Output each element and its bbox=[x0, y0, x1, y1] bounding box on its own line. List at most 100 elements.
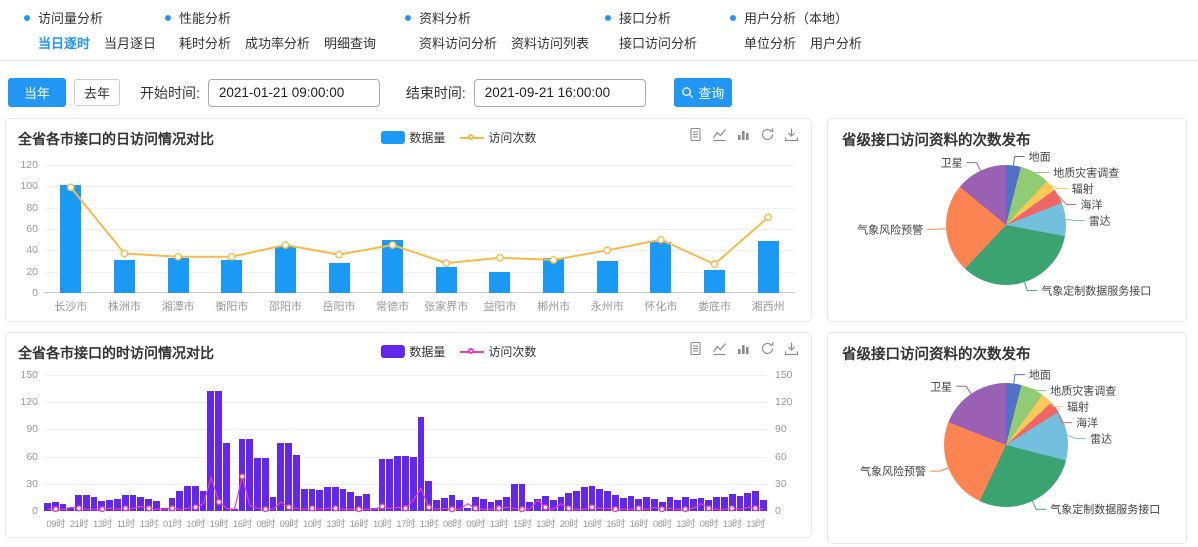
bar[interactable] bbox=[425, 481, 432, 511]
bar[interactable] bbox=[526, 502, 533, 511]
bar[interactable] bbox=[635, 499, 642, 511]
bar[interactable] bbox=[752, 491, 759, 511]
bar[interactable] bbox=[52, 502, 59, 511]
bar[interactable] bbox=[184, 486, 191, 511]
nav-link[interactable]: 成功率分析 bbox=[245, 33, 310, 52]
legend-item[interactable]: 数据量 bbox=[380, 129, 445, 146]
bar[interactable] bbox=[207, 391, 214, 511]
current-year-button[interactable]: 当年 bbox=[8, 78, 66, 107]
bar[interactable] bbox=[60, 504, 67, 511]
bar[interactable] bbox=[329, 263, 350, 293]
bar[interactable] bbox=[418, 417, 425, 511]
data-view-icon[interactable] bbox=[688, 127, 703, 142]
bar[interactable] bbox=[744, 493, 751, 511]
bar[interactable] bbox=[441, 498, 448, 511]
bar[interactable] bbox=[98, 501, 105, 511]
bar[interactable] bbox=[558, 497, 565, 511]
bar[interactable] bbox=[704, 270, 725, 293]
bar[interactable] bbox=[729, 494, 736, 511]
bar[interactable] bbox=[433, 500, 440, 511]
bar[interactable] bbox=[145, 499, 152, 511]
bar[interactable] bbox=[597, 261, 618, 293]
bar[interactable] bbox=[488, 502, 495, 511]
bar[interactable] bbox=[674, 500, 681, 511]
bar[interactable] bbox=[589, 486, 596, 511]
bar[interactable] bbox=[277, 443, 284, 511]
bar[interactable] bbox=[519, 484, 526, 511]
bar[interactable] bbox=[215, 391, 222, 511]
bar[interactable] bbox=[231, 509, 238, 511]
bar[interactable] bbox=[705, 500, 712, 511]
nav-link[interactable]: 当月逐日 bbox=[104, 33, 156, 52]
download-icon[interactable] bbox=[784, 127, 799, 142]
bar[interactable] bbox=[456, 500, 463, 511]
bar[interactable] bbox=[495, 500, 502, 511]
bar[interactable] bbox=[161, 508, 168, 511]
nav-link[interactable]: 明细查询 bbox=[324, 33, 376, 52]
query-button[interactable]: 查询 bbox=[674, 78, 732, 107]
legend-item[interactable]: 数据量 bbox=[380, 343, 445, 360]
bar[interactable] bbox=[200, 491, 207, 511]
start-time-input[interactable] bbox=[208, 79, 380, 107]
bar[interactable] bbox=[394, 456, 401, 511]
download-icon[interactable] bbox=[784, 341, 799, 356]
bar[interactable] bbox=[169, 498, 176, 511]
bar[interactable] bbox=[83, 495, 90, 511]
bar[interactable] bbox=[760, 500, 767, 511]
bar[interactable] bbox=[449, 495, 456, 511]
bar[interactable] bbox=[301, 489, 308, 511]
bar[interactable] bbox=[221, 260, 242, 293]
bar[interactable] bbox=[643, 497, 650, 511]
bar[interactable] bbox=[721, 497, 728, 511]
bar[interactable] bbox=[511, 484, 518, 511]
line-chart-icon[interactable] bbox=[712, 341, 727, 356]
bar[interactable] bbox=[436, 267, 457, 293]
nav-link[interactable]: 单位分析 bbox=[744, 33, 796, 52]
bar[interactable] bbox=[464, 508, 471, 511]
bar[interactable] bbox=[332, 487, 339, 511]
legend-item[interactable]: 访问次数 bbox=[459, 129, 536, 146]
bar[interactable] bbox=[402, 456, 409, 511]
bar[interactable] bbox=[410, 457, 417, 511]
bar[interactable] bbox=[130, 495, 137, 511]
bar[interactable] bbox=[543, 258, 564, 293]
bar[interactable] bbox=[371, 508, 378, 511]
end-time-input[interactable] bbox=[474, 79, 646, 107]
nav-link[interactable]: 资料访问分析 bbox=[419, 33, 497, 52]
bar[interactable] bbox=[355, 496, 362, 511]
bar[interactable] bbox=[737, 496, 744, 511]
bar[interactable] bbox=[122, 495, 129, 511]
bar[interactable] bbox=[340, 489, 347, 511]
bar[interactable] bbox=[758, 241, 779, 293]
nav-link[interactable]: 耗时分析 bbox=[179, 33, 231, 52]
bar[interactable] bbox=[75, 495, 82, 511]
bar[interactable] bbox=[382, 240, 403, 293]
bar[interactable] bbox=[114, 499, 121, 511]
bar[interactable] bbox=[293, 455, 300, 511]
bar[interactable] bbox=[347, 492, 354, 511]
bar[interactable] bbox=[176, 491, 183, 511]
bar[interactable] bbox=[472, 497, 479, 511]
bar[interactable] bbox=[275, 246, 296, 293]
bar[interactable] bbox=[620, 498, 627, 511]
bar-chart-icon[interactable] bbox=[736, 341, 751, 356]
bar[interactable] bbox=[60, 185, 81, 293]
bar[interactable] bbox=[534, 499, 541, 511]
bar[interactable] bbox=[698, 498, 705, 511]
bar[interactable] bbox=[254, 458, 261, 511]
bar[interactable] bbox=[91, 497, 98, 511]
bar-chart-icon[interactable] bbox=[736, 127, 751, 142]
bar[interactable] bbox=[650, 242, 671, 293]
bar[interactable] bbox=[386, 459, 393, 511]
bar[interactable] bbox=[44, 503, 51, 511]
bar[interactable] bbox=[550, 500, 557, 511]
bar[interactable] bbox=[713, 497, 720, 511]
bar[interactable] bbox=[363, 494, 370, 511]
line-chart-icon[interactable] bbox=[712, 127, 727, 142]
bar[interactable] bbox=[262, 458, 269, 511]
bar[interactable] bbox=[168, 258, 189, 293]
bar[interactable] bbox=[309, 489, 316, 511]
bar[interactable] bbox=[690, 499, 697, 511]
bar[interactable] bbox=[596, 489, 603, 511]
bar[interactable] bbox=[270, 497, 277, 511]
